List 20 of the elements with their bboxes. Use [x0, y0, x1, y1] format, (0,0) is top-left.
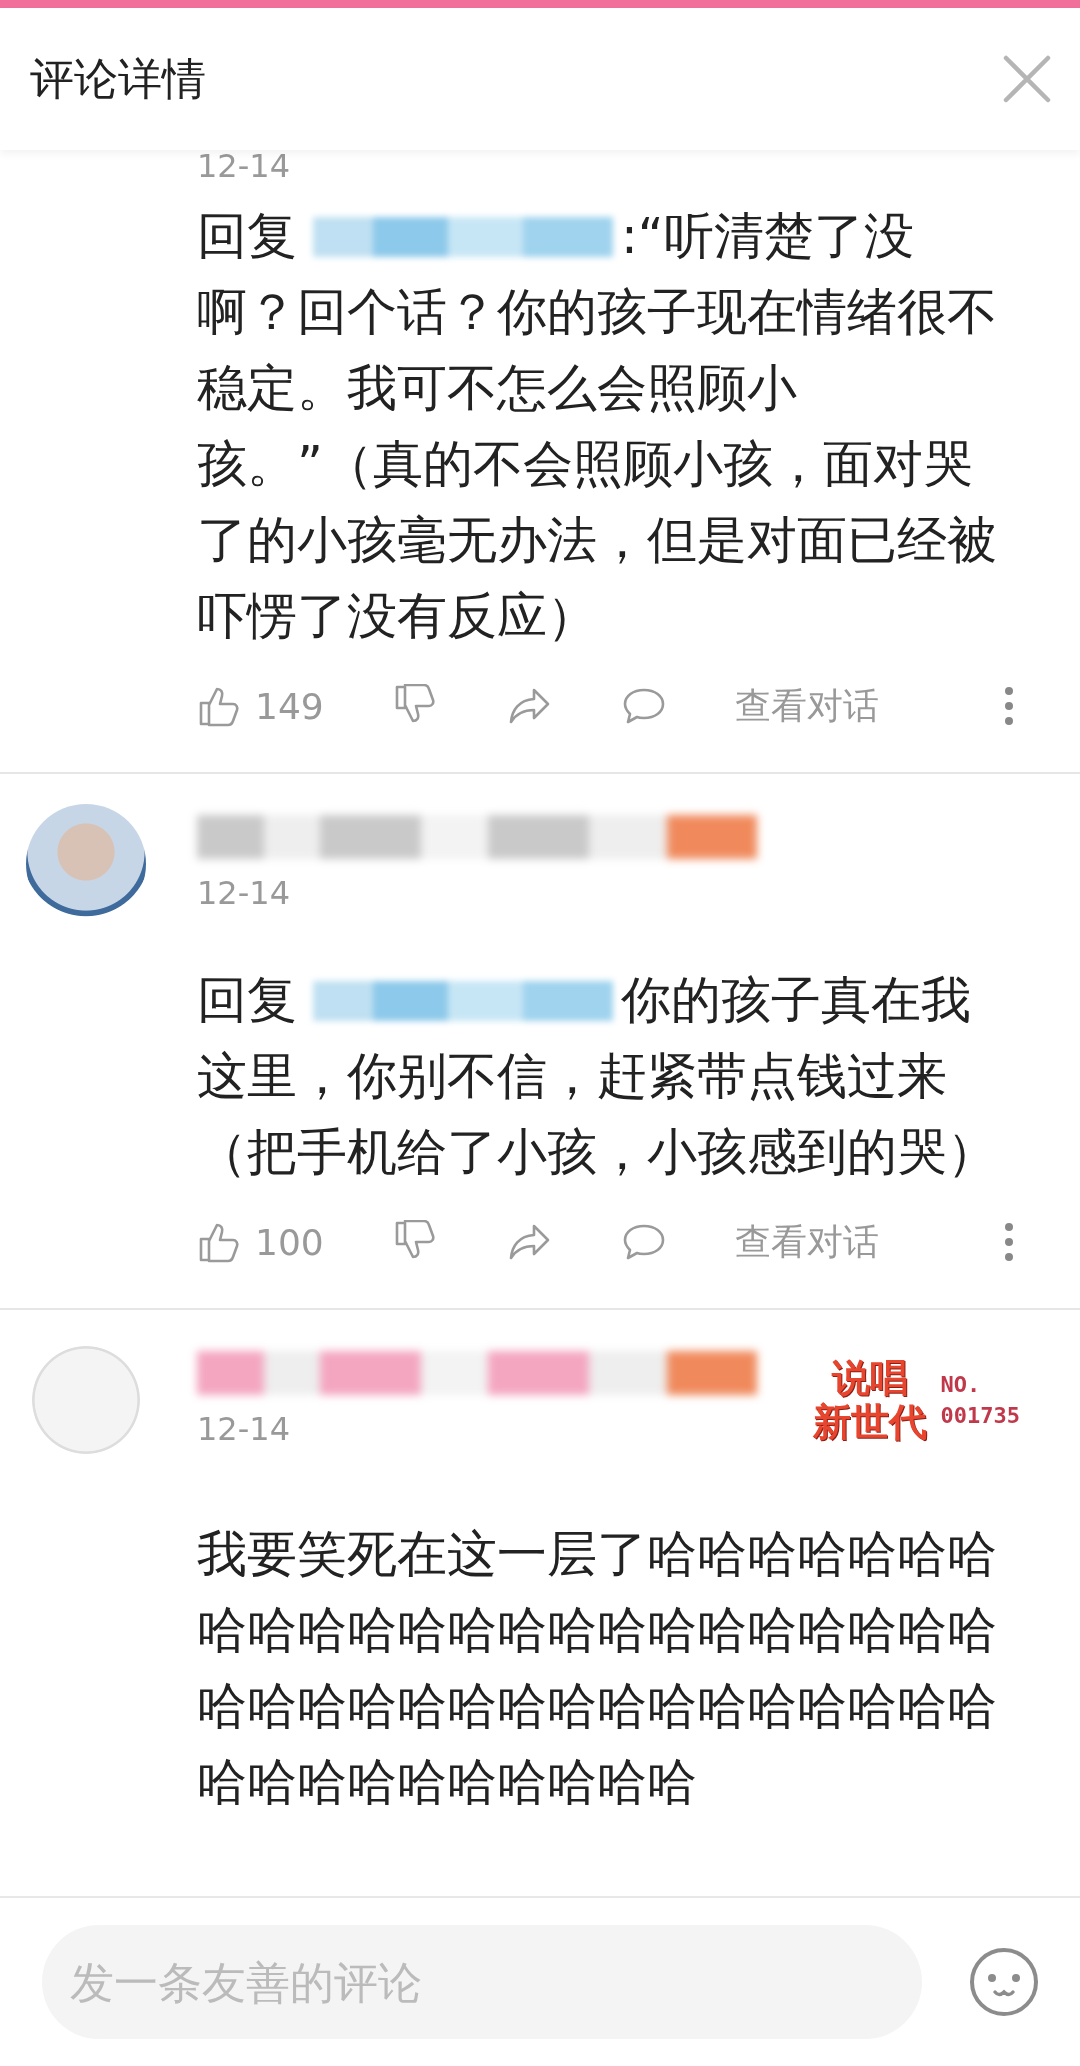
comment-text: 回复 你的孩子真在我这里，你别不信，赶紧带点钱过来（把手机给了小孩，小孩感到的哭） — [196, 970, 998, 1183]
close-icon[interactable] — [1002, 54, 1052, 104]
badge-logo-text: 新世代 — [812, 1400, 927, 1444]
badge-number: 001735 — [940, 1403, 1020, 1428]
comment-date: 12-14 — [197, 873, 291, 913]
blurred-username[interactable] — [197, 1351, 757, 1395]
comment-date: 12-14 — [197, 1409, 291, 1449]
emoji-face-icon[interactable] — [968, 1946, 1040, 2018]
badge-label: NO. — [940, 1372, 982, 1397]
page-title: 评论详情 — [30, 51, 206, 106]
comment-text: 我要笑死在这一层了哈哈哈哈哈哈哈哈哈哈哈哈哈哈哈哈哈哈哈哈哈哈哈哈哈哈哈哈哈哈哈哈哈哈哈哈哈哈哈哈哈哈哈哈哈哈哈哈哈 — [196, 1524, 998, 1813]
comment-date: 12-14 — [197, 150, 290, 186]
comment-input[interactable]: 发一条友善的评论 — [42, 1925, 922, 2039]
comment-text: 回复 :“听清楚了没啊？回个话？你的孩子现在情绪很不稳定。我可不怎么会照顾小孩。”（真的不会照顾小孩，面对哭了的小孩毫无办法，但是对面已经被吓愣了没有反应） — [196, 206, 998, 647]
view-dialog-link[interactable]: 查看对话 — [735, 1217, 879, 1267]
like-count: 149 — [255, 685, 324, 727]
view-dialog-link[interactable]: 查看对话 — [735, 681, 879, 731]
blurred-username[interactable] — [197, 815, 757, 859]
like-count: 100 — [255, 1221, 324, 1263]
badge-logo-text: 说唱 — [831, 1356, 908, 1400]
